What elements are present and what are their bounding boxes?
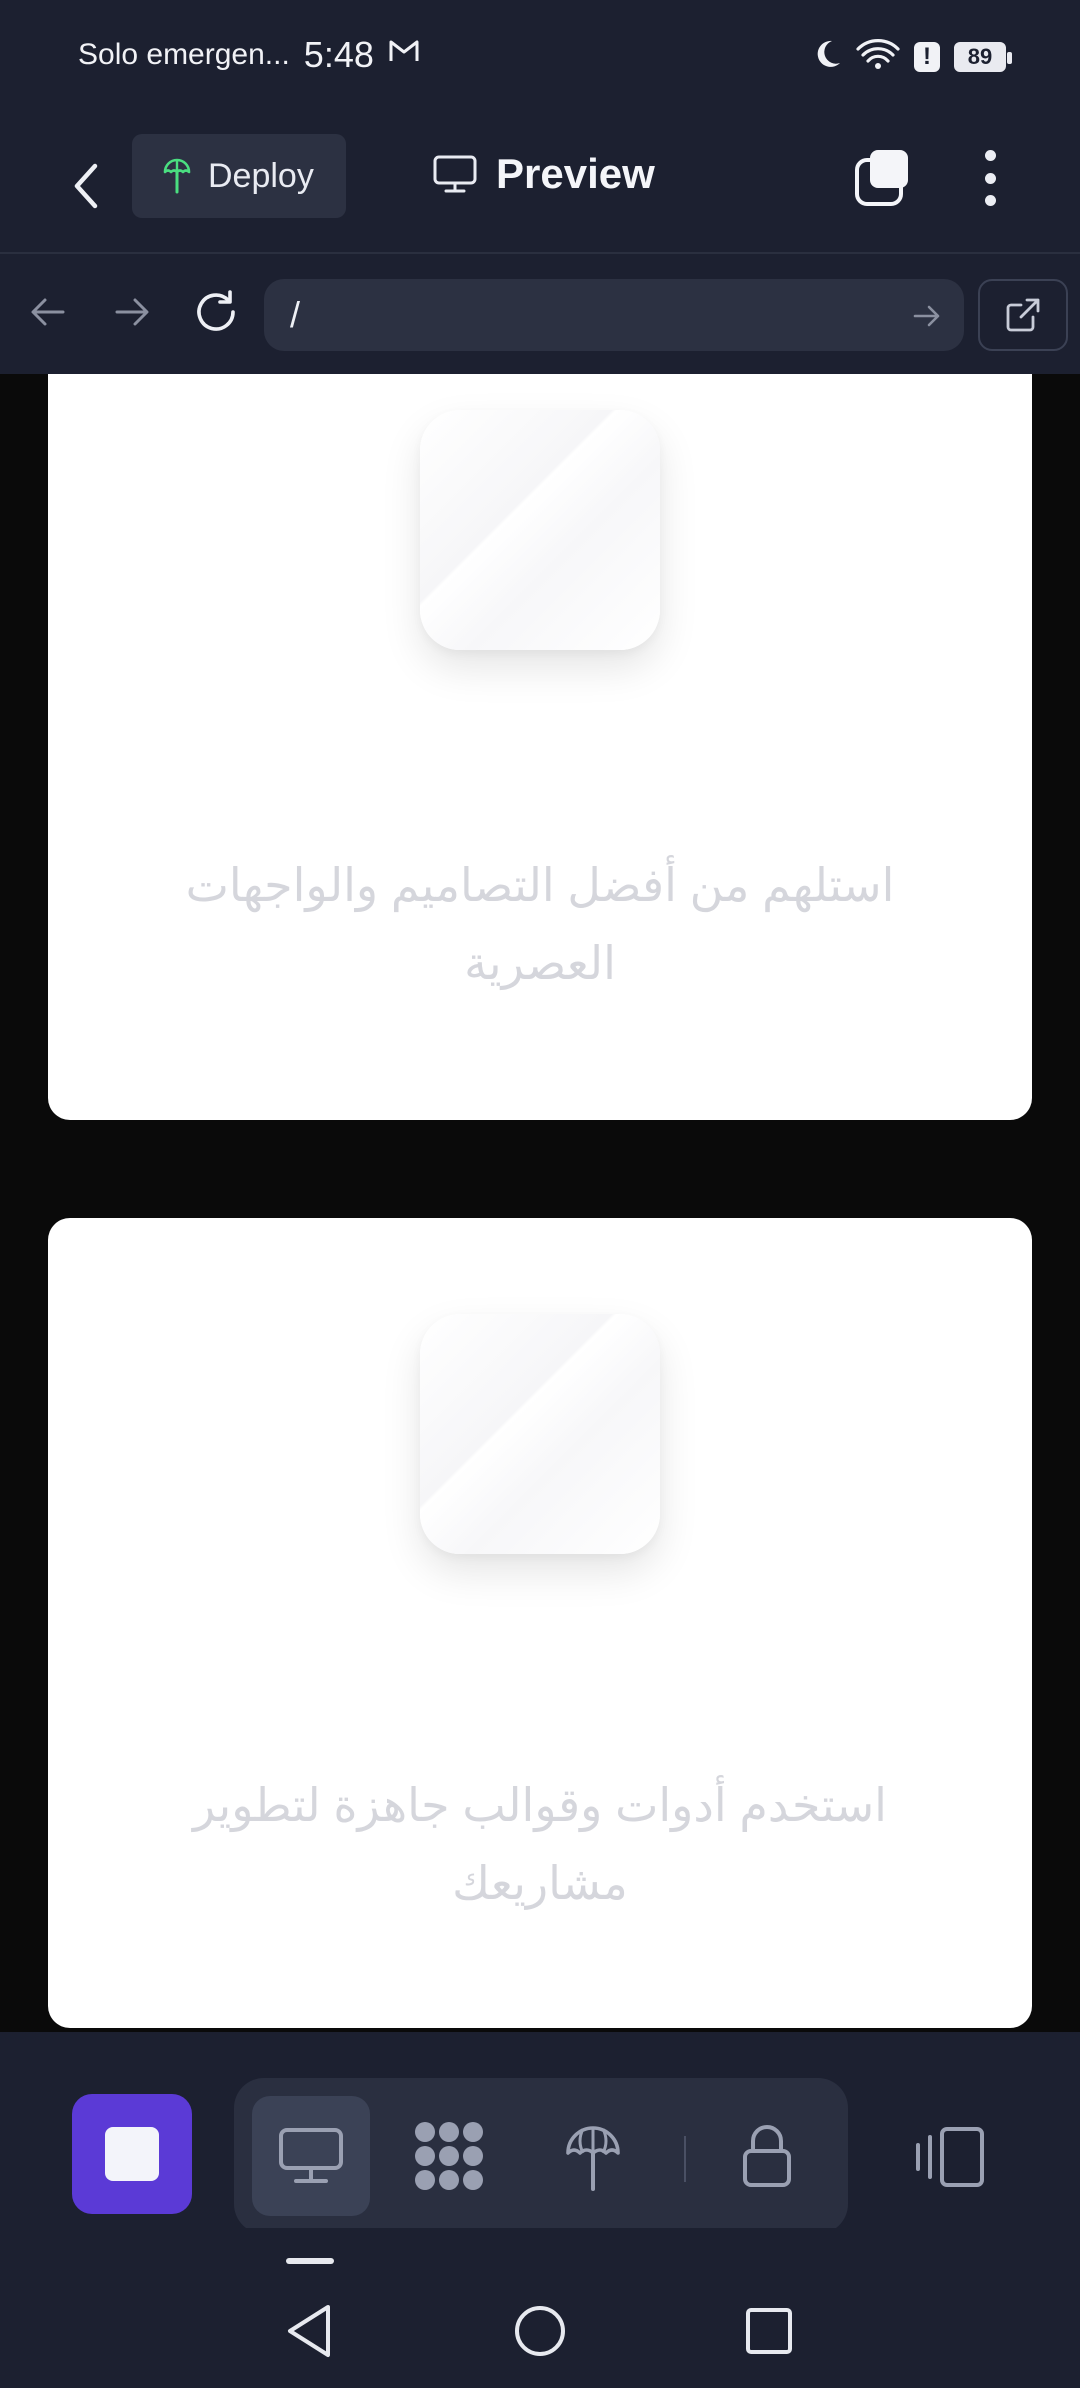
- deploy-icon: [163, 158, 191, 194]
- reload-icon: [197, 290, 235, 331]
- device-rotate-icon: [916, 2127, 984, 2187]
- preview-title[interactable]: Preview: [432, 150, 655, 198]
- external-link-icon: [1006, 298, 1040, 332]
- status-right: ! 89: [812, 38, 1012, 75]
- url-input[interactable]: /: [264, 279, 964, 351]
- stop-icon: [105, 2127, 159, 2181]
- carrier-label: Solo emergen...: [78, 38, 290, 71]
- apps-button[interactable]: [390, 2096, 508, 2216]
- arrow-left-icon: [31, 298, 65, 326]
- system-recents-button[interactable]: [734, 2296, 804, 2366]
- system-home-button[interactable]: [505, 2296, 575, 2366]
- alert-icon: !: [914, 41, 940, 72]
- back-button[interactable]: [58, 150, 114, 222]
- feature-icon-tile: [420, 410, 660, 650]
- view-switcher: [234, 2078, 848, 2234]
- app-bar: Deploy Preview: [0, 120, 1080, 252]
- go-button[interactable]: [912, 297, 942, 339]
- desktop-icon: [279, 2128, 343, 2183]
- dot-icon: [984, 150, 996, 161]
- lock-button[interactable]: [708, 2096, 826, 2216]
- deploy-tool-button[interactable]: [534, 2096, 652, 2216]
- home-indicator: [286, 2258, 334, 2264]
- feature-text: استخدم أدوات وقوالب جاهزة لتطوير مشاريعك: [193, 1779, 887, 1909]
- arrow-right-icon: [115, 298, 149, 326]
- dot-icon: [984, 195, 996, 206]
- divider: [684, 2136, 686, 2182]
- url-text: /: [290, 294, 301, 335]
- feature-card: استلهم من أفضل التصاميم والواجهات العصري…: [48, 374, 1032, 1120]
- deploy-button[interactable]: Deploy: [132, 134, 346, 218]
- tabs-icon: [855, 150, 908, 206]
- feature-text: استلهم من أفضل التصاميم والواجهات العصري…: [185, 859, 895, 989]
- monitor-icon: [433, 155, 477, 193]
- deploy-label: Deploy: [208, 156, 314, 195]
- open-external-button[interactable]: [978, 279, 1068, 351]
- status-left: Solo emergen... 5:48: [78, 34, 420, 76]
- web-preview[interactable]: استلهم من أفضل التصاميم والواجهات العصري…: [0, 374, 1080, 2032]
- url-bar: /: [0, 252, 1080, 374]
- gmail-icon: [388, 38, 420, 72]
- battery-indicator: 89: [954, 41, 1012, 72]
- desktop-view-button[interactable]: [252, 2096, 370, 2216]
- dot-icon: [984, 172, 996, 184]
- system-nav-bar: [0, 2228, 1080, 2388]
- clock: 5:48: [303, 34, 374, 75]
- device-frame-button[interactable]: [900, 2112, 1000, 2202]
- feature-card: استخدم أدوات وقوالب جاهزة لتطوير مشاريعك: [48, 1218, 1032, 2028]
- reload-button[interactable]: [190, 286, 242, 338]
- apps-icon: [415, 2122, 483, 2190]
- stop-button[interactable]: [72, 2094, 192, 2214]
- system-back-button[interactable]: [274, 2296, 344, 2366]
- nav-back-button[interactable]: [22, 286, 74, 338]
- bottom-toolbar: [0, 2032, 1080, 2234]
- circle-home-icon: [515, 2306, 565, 2356]
- triangle-back-icon: [288, 2305, 330, 2357]
- tabs-button[interactable]: [852, 146, 912, 210]
- status-bar: Solo emergen... 5:48 ! 89: [0, 0, 1080, 120]
- moon-icon: [812, 38, 842, 75]
- deploy-icon: [566, 2126, 620, 2191]
- lock-icon: [743, 2125, 791, 2187]
- chevron-left-icon: [74, 163, 98, 209]
- preview-label: Preview: [496, 150, 655, 197]
- nav-forward-button[interactable]: [106, 286, 158, 338]
- feature-icon-tile: [420, 1314, 660, 1554]
- wifi-icon: [856, 38, 900, 75]
- more-menu-button[interactable]: [968, 146, 1012, 210]
- arrow-right-icon: [913, 305, 940, 327]
- square-recents-icon: [746, 2308, 792, 2354]
